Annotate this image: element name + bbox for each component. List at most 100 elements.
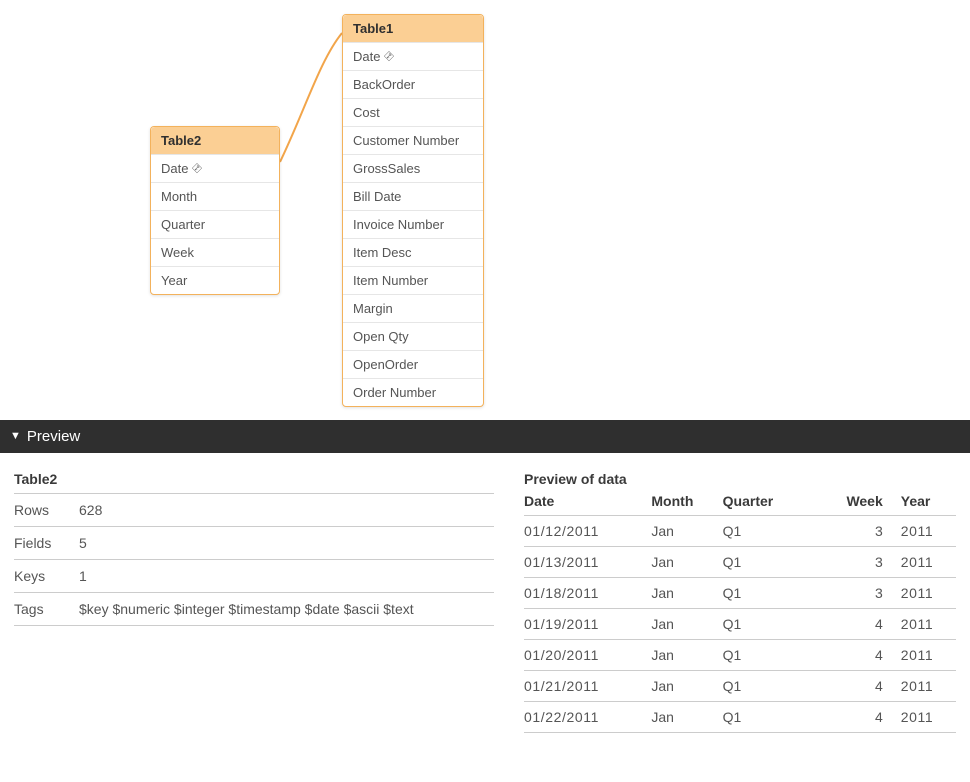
cell-date: 01/21/2011 — [524, 671, 651, 702]
association-line — [0, 0, 970, 420]
cell-date: 01/22/2011 — [524, 702, 651, 733]
cell-month: Jan — [651, 702, 722, 733]
field-name: Item Number — [353, 273, 428, 288]
table-row[interactable]: 01/22/2011JanQ142011 — [524, 702, 956, 733]
metadata-row: Rows628 — [14, 494, 494, 527]
field-name: Item Desc — [353, 245, 412, 260]
table-row[interactable]: 01/12/2011JanQ132011 — [524, 516, 956, 547]
cell-year: 2011 — [901, 640, 956, 671]
table-row[interactable]: 01/18/2011JanQ132011 — [524, 578, 956, 609]
metadata-value: 1 — [79, 568, 494, 584]
cell-quarter: Q1 — [723, 609, 809, 640]
table-field[interactable]: Item Desc — [343, 238, 483, 266]
cell-week: 4 — [809, 702, 901, 733]
cell-quarter: Q1 — [723, 578, 809, 609]
table-row[interactable]: 01/19/2011JanQ142011 — [524, 609, 956, 640]
cell-date: 01/18/2011 — [524, 578, 651, 609]
metadata-label: Keys — [14, 568, 79, 584]
cell-month: Jan — [651, 547, 722, 578]
table-field[interactable]: Invoice Number — [343, 210, 483, 238]
field-name: BackOrder — [353, 77, 415, 92]
metadata-label: Tags — [14, 601, 79, 617]
schema-canvas[interactable]: Table2 Date⚿MonthQuarterWeekYear Table1 … — [0, 0, 970, 420]
metadata-title: Table2 — [14, 471, 494, 494]
preview-panel: Table2 Rows628Fields5 Keys1 Tags$key $nume… — [0, 453, 970, 733]
col-date[interactable]: Date — [524, 489, 651, 516]
metadata-value: 628 — [79, 502, 494, 518]
table-field[interactable]: Customer Number — [343, 126, 483, 154]
cell-year: 2011 — [901, 547, 956, 578]
table-header[interactable]: Table1 — [343, 15, 483, 42]
cell-week: 3 — [809, 547, 901, 578]
field-name: Date — [161, 161, 188, 176]
cell-month: Jan — [651, 578, 722, 609]
field-name: Month — [161, 189, 197, 204]
cell-quarter: Q1 — [723, 640, 809, 671]
metadata-row: Tags$key $numeric $integer $timestamp $d… — [14, 593, 494, 626]
col-quarter[interactable]: Quarter — [723, 489, 809, 516]
preview-toggle-bar[interactable]: ▼ Preview — [0, 420, 970, 453]
metadata-label: Fields — [14, 535, 79, 551]
metadata-value: $key $numeric $integer $timestamp $date … — [79, 601, 494, 617]
cell-quarter: Q1 — [723, 671, 809, 702]
table-field[interactable]: Margin — [343, 294, 483, 322]
table-box-table2[interactable]: Table2 Date⚿ Month Quarter Week Year — [150, 126, 280, 295]
cell-week: 3 — [809, 578, 901, 609]
field-name: Quarter — [161, 217, 205, 232]
cell-date: 01/12/2011 — [524, 516, 651, 547]
field-name: Order Number — [353, 385, 436, 400]
cell-year: 2011 — [901, 578, 956, 609]
table-field[interactable]: Year — [151, 266, 279, 294]
table-field[interactable]: Month — [151, 182, 279, 210]
cell-week: 4 — [809, 609, 901, 640]
table-field[interactable]: Quarter — [151, 210, 279, 238]
cell-month: Jan — [651, 640, 722, 671]
table-field[interactable]: BackOrder — [343, 70, 483, 98]
col-month[interactable]: Month — [651, 489, 722, 516]
cell-week: 4 — [809, 640, 901, 671]
table-field[interactable]: Bill Date — [343, 182, 483, 210]
field-name: Date — [353, 49, 380, 64]
table-field[interactable]: Open Qty — [343, 322, 483, 350]
field-name: Bill Date — [353, 189, 401, 204]
data-preview-table: Date Month Quarter Week Year 01/12/2011J… — [524, 489, 956, 733]
table-field[interactable]: OpenOrder — [343, 350, 483, 378]
field-name: GrossSales — [353, 161, 420, 176]
table-field[interactable]: Week — [151, 238, 279, 266]
cell-year: 2011 — [901, 516, 956, 547]
cell-quarter: Q1 — [723, 702, 809, 733]
cell-month: Jan — [651, 609, 722, 640]
table-metadata: Table2 Rows628Fields5 Keys1 Tags$key $nume… — [14, 471, 494, 733]
chevron-down-icon: ▼ — [10, 430, 21, 442]
table-field[interactable]: GrossSales — [343, 154, 483, 182]
field-name: Cost — [353, 105, 380, 120]
cell-date: 01/20/2011 — [524, 640, 651, 671]
table-box-table1[interactable]: Table1 Date⚿ BackOrder Cost Customer Number… — [342, 14, 484, 407]
col-year[interactable]: Year — [901, 489, 956, 516]
field-name: Week — [161, 245, 194, 260]
key-icon: ⚿ — [190, 161, 205, 176]
field-name: Year — [161, 273, 187, 288]
data-preview: Preview of data Date Month Quarter Week … — [524, 471, 956, 733]
cell-year: 2011 — [901, 671, 956, 702]
table-field[interactable]: Order Number — [343, 378, 483, 406]
table-field[interactable]: Date⚿ — [343, 42, 483, 70]
table-field[interactable]: Item Number — [343, 266, 483, 294]
cell-month: Jan — [651, 516, 722, 547]
table-row[interactable]: 01/21/2011JanQ142011 — [524, 671, 956, 702]
cell-month: Jan — [651, 671, 722, 702]
table-field[interactable]: Cost — [343, 98, 483, 126]
cell-week: 4 — [809, 671, 901, 702]
metadata-row: Fields5 — [14, 527, 494, 560]
field-name: Customer Number — [353, 133, 459, 148]
col-week[interactable]: Week — [809, 489, 901, 516]
table-row[interactable]: 01/13/2011JanQ132011 — [524, 547, 956, 578]
field-name: Open Qty — [353, 329, 409, 344]
table-field[interactable]: Date⚿ — [151, 154, 279, 182]
table-row[interactable]: 01/20/2011JanQ142011 — [524, 640, 956, 671]
cell-year: 2011 — [901, 609, 956, 640]
field-name: Invoice Number — [353, 217, 444, 232]
field-name: Margin — [353, 301, 393, 316]
cell-quarter: Q1 — [723, 547, 809, 578]
table-header[interactable]: Table2 — [151, 127, 279, 154]
